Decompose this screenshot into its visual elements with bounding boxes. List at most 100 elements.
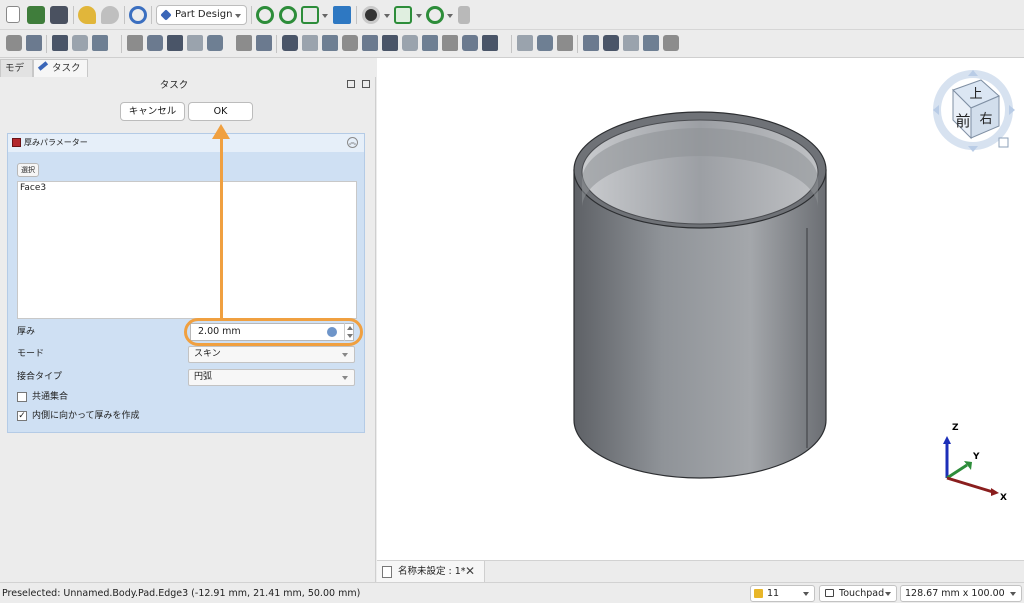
- workbench-label: Part Design: [175, 9, 233, 20]
- datum-point-icon[interactable]: [147, 35, 163, 51]
- navcube-right-label[interactable]: 右: [979, 112, 992, 127]
- toolbar-separator: [251, 6, 252, 24]
- tab-task-label: タスク: [52, 63, 81, 74]
- intersection-checkbox[interactable]: [17, 392, 27, 402]
- join-type-label: 接合タイプ: [17, 372, 63, 382]
- navigation-style-select[interactable]: Touchpad: [819, 585, 897, 602]
- join-type-value: 円弧: [194, 372, 213, 382]
- inward-checkbox[interactable]: ✓: [17, 411, 27, 421]
- redo-icon[interactable]: [101, 6, 119, 24]
- annotation-arrow-shaft: [220, 138, 223, 318]
- part-design-toolbar: [0, 30, 1024, 58]
- view-cube-menu-icon[interactable]: [301, 6, 319, 24]
- variable-set-icon[interactable]: [72, 35, 88, 51]
- toolbar-separator: [151, 6, 152, 24]
- thickness-icon[interactable]: [583, 35, 599, 51]
- hole-icon[interactable]: [402, 35, 418, 51]
- local-cs-icon[interactable]: [207, 35, 223, 51]
- status-bar: Preselected: Unnamed.Body.Pad.Edge3 (-12…: [0, 582, 1024, 603]
- folder-icon[interactable]: [26, 35, 42, 51]
- save-icon[interactable]: [50, 6, 68, 24]
- mode-select[interactable]: スキン: [188, 346, 355, 363]
- create-sketch-icon[interactable]: [127, 35, 143, 51]
- draw-style-icon[interactable]: [362, 6, 380, 24]
- cancel-button[interactable]: キャンセル: [120, 102, 185, 121]
- chevron-down-icon: [342, 353, 348, 357]
- helix-icon[interactable]: [362, 35, 378, 51]
- toolbar-separator: [46, 35, 47, 53]
- link-icon[interactable]: [52, 35, 68, 51]
- pencil-icon: [37, 61, 49, 71]
- annotation-arrow-head: [212, 124, 230, 139]
- linear-pattern-icon[interactable]: [623, 35, 639, 51]
- datum-plane-icon[interactable]: [187, 35, 203, 51]
- new-file-icon[interactable]: [6, 6, 20, 23]
- axis-z-label: Z: [952, 423, 959, 433]
- chevron-down-icon[interactable]: [322, 14, 328, 18]
- groove-icon[interactable]: [422, 35, 438, 51]
- 3d-view[interactable]: 上 前 右 Z Y X: [377, 58, 1024, 560]
- thickness-parameters-box: 厚みパラメーター ︽ 選択 Face3: [7, 133, 365, 433]
- pipe-icon[interactable]: [342, 35, 358, 51]
- subtractive-pipe-icon[interactable]: [462, 35, 478, 51]
- undo-icon[interactable]: [78, 6, 96, 24]
- revolution-icon[interactable]: [302, 35, 318, 51]
- open-file-icon[interactable]: [27, 6, 45, 24]
- cylinder-shell[interactable]: [573, 111, 827, 479]
- mirrored-icon[interactable]: [603, 35, 619, 51]
- pad-icon[interactable]: [282, 35, 298, 51]
- macro-icon[interactable]: [458, 6, 470, 24]
- chevron-down-icon: [342, 376, 348, 380]
- workbench-selector[interactable]: Part Design: [156, 5, 247, 25]
- multi-transform-icon[interactable]: [663, 35, 679, 51]
- chamfer-icon[interactable]: [537, 35, 553, 51]
- axis-y-label: Y: [972, 452, 980, 462]
- navcube-front-label[interactable]: 前: [955, 112, 970, 130]
- shape-binder-icon[interactable]: [236, 35, 252, 51]
- ok-button[interactable]: OK: [188, 102, 253, 121]
- zoom-fit-all-icon[interactable]: [256, 6, 274, 24]
- thickness-label: 厚み: [17, 327, 36, 337]
- zoom-selection-icon[interactable]: [279, 6, 297, 24]
- chevron-down-icon[interactable]: [447, 14, 453, 18]
- collapse-icon[interactable]: ︽: [347, 137, 358, 148]
- clone-icon[interactable]: [256, 35, 272, 51]
- refresh-icon[interactable]: [129, 6, 147, 24]
- chevron-down-icon: [1010, 592, 1016, 596]
- main-toolbar: Part Design: [0, 0, 1024, 30]
- layer-select[interactable]: 11: [750, 585, 815, 602]
- select-button[interactable]: 選択: [17, 163, 39, 177]
- subtractive-helix-icon[interactable]: [482, 35, 498, 51]
- inward-label: 内側に向かって厚みを作成: [32, 411, 140, 421]
- subtractive-loft-icon[interactable]: [442, 35, 458, 51]
- toolbar-separator: [276, 35, 277, 53]
- tab-task[interactable]: タスク: [33, 59, 88, 77]
- chevron-down-icon[interactable]: [416, 14, 422, 18]
- float-icon[interactable]: [347, 80, 355, 88]
- document-tab[interactable]: 名称未設定 : 1* ✕: [377, 561, 485, 583]
- dimensions-display[interactable]: 128.67 mm x 100.00 mm: [900, 585, 1022, 602]
- loft-icon[interactable]: [322, 35, 338, 51]
- close-panel-icon[interactable]: [362, 80, 370, 88]
- close-icon[interactable]: ✕: [465, 563, 475, 579]
- body-icon[interactable]: [92, 35, 108, 51]
- join-type-select[interactable]: 円弧: [188, 369, 355, 386]
- pocket-icon[interactable]: [382, 35, 398, 51]
- measure-icon[interactable]: [426, 6, 444, 24]
- fillet-icon[interactable]: [517, 35, 533, 51]
- part-icon[interactable]: [6, 35, 22, 51]
- chevron-down-icon[interactable]: [384, 14, 390, 18]
- chevron-down-icon: [803, 592, 809, 596]
- bounding-box-icon[interactable]: [333, 6, 351, 24]
- draft-icon[interactable]: [557, 35, 573, 51]
- tab-model[interactable]: モデル: [0, 59, 33, 91]
- navigation-cube[interactable]: 上 前 右: [933, 70, 1015, 152]
- view-menu-icon[interactable]: [998, 137, 1009, 148]
- polar-pattern-icon[interactable]: [643, 35, 659, 51]
- list-item[interactable]: Face3: [18, 182, 356, 195]
- face-list[interactable]: Face3: [17, 181, 357, 319]
- navcube-top-label[interactable]: 上: [969, 87, 982, 102]
- part-design-icon: [160, 9, 172, 21]
- standard-views-icon[interactable]: [394, 6, 412, 24]
- datum-line-icon[interactable]: [167, 35, 183, 51]
